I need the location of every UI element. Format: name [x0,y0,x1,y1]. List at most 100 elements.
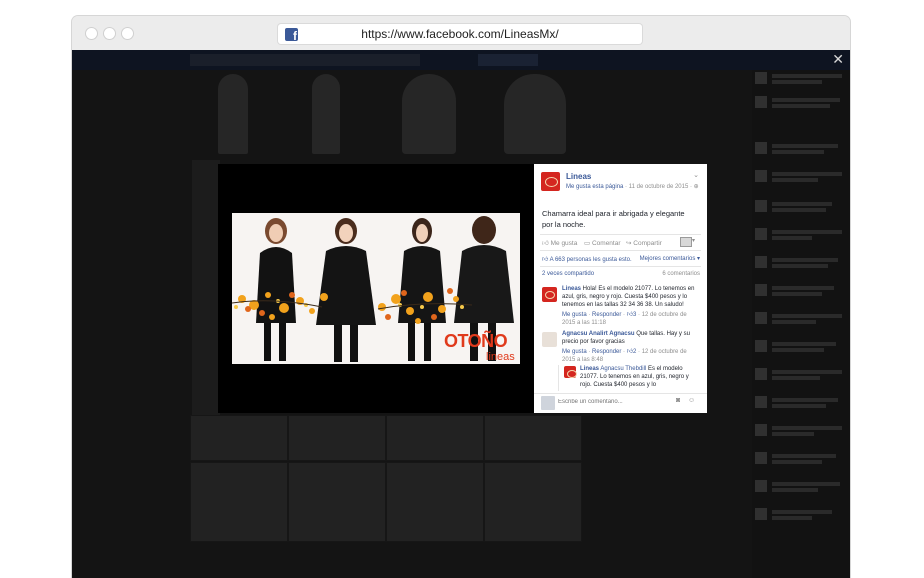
reply-thread-line [558,365,559,391]
caret-down-icon[interactable]: ▾ [692,237,695,244]
shares-link[interactable]: 2 veces compartido [542,271,594,277]
comment-like-count[interactable]: 👍︎2 [627,349,637,355]
reply-mention[interactable]: Agnacsu Thebdill [600,366,646,372]
post-header-meta: Me gusta esta página · 11 de octubre de … [566,183,699,190]
facebook-icon: f [285,27,298,43]
comments-count[interactable]: 6 comentarios [662,271,700,277]
like-page-link[interactable]: Me gusta esta página [566,184,623,190]
background-photo [402,74,456,154]
window-close-button[interactable] [86,28,97,39]
browser-titlebar: f https://www.facebook.com/LineasMx/ [72,16,850,50]
ticker-item[interactable] [755,142,847,156]
facebook-profile-link[interactable] [478,54,538,66]
comment-body: Lineas Hola! Es el modelo 21077. Lo tene… [562,285,700,309]
background-photo [504,74,566,154]
comment-reply-link[interactable]: Responder [592,349,621,355]
like-action-label: Me gusta [550,240,578,247]
ticker-item[interactable] [755,340,847,354]
photo-overlay-word: OTOÑO [444,331,508,351]
facebook-search-box[interactable] [190,54,420,66]
divider [534,393,707,394]
comment-text: Hola! Es el modelo 21077. Lo tenemos en … [562,286,695,308]
comment-action-label: Comentar [591,240,621,247]
reply-author[interactable]: Lineas [580,366,599,372]
post-date[interactable]: · 11 de octubre de 2015 · [623,184,693,190]
comment-actions: Me gusta · Responder · 👍︎3 · 12 de octub… [562,312,687,326]
ticker-item[interactable] [755,256,847,270]
ticker-item[interactable] [755,96,847,110]
page-viewport: ✕ OTOÑO lineas Lineas Me gusta esta pági… [72,50,850,578]
divider [540,250,701,251]
ticker-item[interactable] [755,480,847,494]
share-action-label: Compartir [633,240,662,247]
comment-reply-link[interactable]: Responder [592,312,621,318]
divider [540,266,701,267]
background-thumbnail[interactable] [288,415,386,461]
comment-action[interactable]: ▭ Comentar [584,239,621,247]
page-selector-icon[interactable] [680,237,692,247]
ticker-item[interactable] [755,396,847,410]
post-details-panel: Lineas Me gusta esta página · 11 de octu… [534,164,707,413]
ticker-item[interactable] [755,312,847,326]
background-thumbnail[interactable] [484,415,582,461]
comment-like-link[interactable]: Me gusta [562,349,587,355]
page-avatar[interactable] [541,172,560,191]
browser-window: f https://www.facebook.com/LineasMx/ ✕ O… [72,16,850,578]
address-bar[interactable]: f https://www.facebook.com/LineasMx/ [278,24,642,44]
photo-viewer: OTOÑO lineas Lineas Me gusta esta página… [218,164,707,413]
camera-icon[interactable]: ◙ [676,397,680,404]
share-icon: ↪ [626,240,632,247]
like-action[interactable]: 👍︎ Me gusta [542,239,577,247]
current-user-avatar [541,396,555,410]
comment-actions: Me gusta · Responder · 👍︎2 · 12 de octub… [562,349,687,363]
facebook-top-bar [72,50,850,70]
comment-icon: ▭ [584,240,591,247]
ticker-item[interactable] [755,452,847,466]
background-photo [218,74,248,154]
comment-author[interactable]: Lineas [562,286,581,292]
ticker-item[interactable] [755,200,847,214]
background-column [192,160,220,420]
comment-body: Agnacsu Analirt Agnacsu Que tallas. Hay … [562,330,700,346]
likes-summary-text: A 663 personas les gusta esto. [549,257,632,263]
ticker-item[interactable] [755,228,847,242]
ticker-item[interactable] [755,284,847,298]
comment-input[interactable] [558,396,668,408]
chevron-down-icon[interactable]: ⌄ [693,171,699,179]
background-thumbnail[interactable] [484,462,582,542]
ticker-item[interactable] [755,170,847,184]
window-maximize-button[interactable] [122,28,133,39]
reply-body: Lineas Agnacsu Thebdill Es el modelo 210… [580,365,700,389]
comment-avatar[interactable] [542,332,557,347]
background-thumbnail[interactable] [288,462,386,542]
background-thumbnail[interactable] [386,462,484,542]
background-thumbnail[interactable] [190,415,288,461]
small-like-icon: 👍︎ [542,257,549,263]
reply-avatar[interactable] [564,366,577,378]
comment-like-link[interactable]: Me gusta [562,312,587,318]
globe-icon: ⊕ [693,184,699,190]
likes-summary[interactable]: 👍︎ A 663 personas les gusta esto. [542,255,632,263]
comment-author[interactable]: Agnacsu Analirt Agnacsu [562,331,635,337]
background-thumbnail[interactable] [190,462,288,542]
url-text: https://www.facebook.com/LineasMx/ [361,27,559,41]
background-photo [312,74,340,154]
window-minimize-button[interactable] [104,28,115,39]
post-photo[interactable]: OTOÑO lineas [232,213,520,364]
comment-like-count[interactable]: 👍︎3 [627,312,637,318]
background-thumbnail[interactable] [386,415,484,461]
ticker-item[interactable] [755,424,847,438]
page-name-link[interactable]: Lineas [566,172,591,181]
ticker-item[interactable] [755,368,847,382]
ticker-item[interactable] [755,72,847,86]
comment-avatar[interactable] [542,287,557,302]
thumbs-up-icon: 👍︎ [542,240,549,247]
close-icon[interactable]: ✕ [832,52,844,66]
divider [540,234,701,235]
photo-overlay-brand: lineas [486,351,515,363]
share-action[interactable]: ↪ Compartir [626,239,662,247]
best-comments-dropdown[interactable]: Mejores comentarios ▾ [640,255,700,262]
ticker-item[interactable] [755,508,847,522]
emoji-icon[interactable]: ☺ [688,397,695,404]
post-caption: Chamarra ideal para ir abrigada y elegan… [542,209,685,229]
